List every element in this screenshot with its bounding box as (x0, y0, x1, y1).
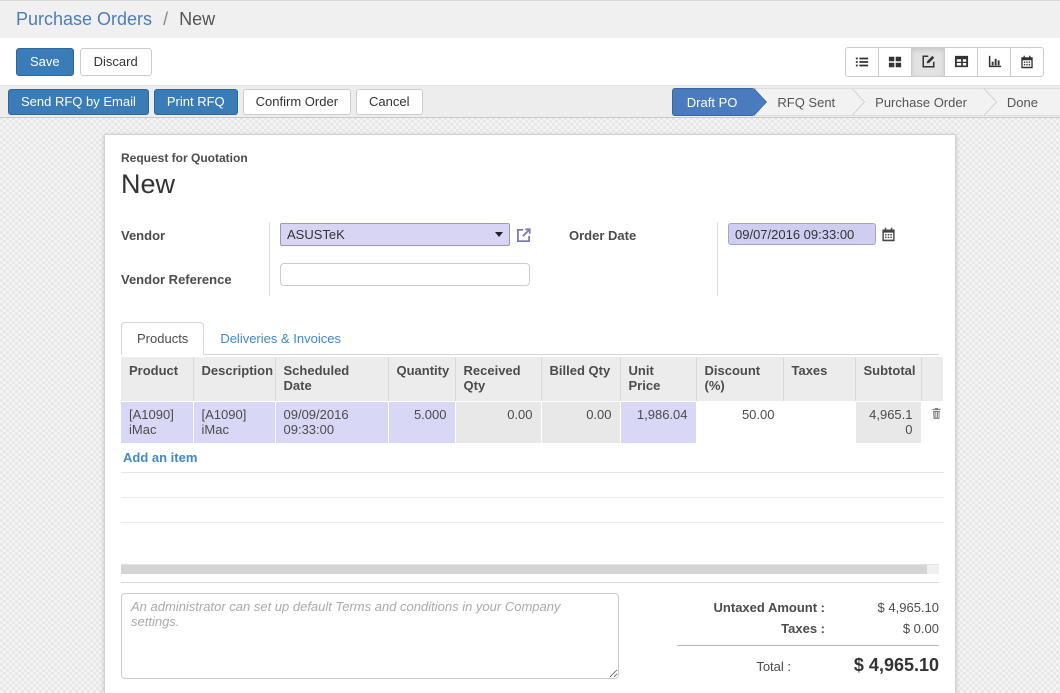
column-header-unit-price: Unit Price (620, 357, 696, 401)
external-link-icon[interactable] (516, 223, 532, 246)
column-header-description: Description (193, 357, 275, 401)
column-header-product: Product (121, 357, 193, 401)
delete-row-button[interactable] (921, 401, 943, 443)
taxes-row: Taxes : $ 0.00 (677, 618, 939, 639)
chevron-down-icon (495, 232, 503, 237)
terms-and-conditions-textarea[interactable] (121, 593, 619, 679)
breadcrumb-current: New (179, 9, 215, 29)
column-header-subtotal: Subtotal (855, 357, 921, 401)
horizontal-scrollbar-thumb[interactable] (121, 565, 927, 574)
order-lines-table: Product Description Scheduled Date Quant… (121, 357, 944, 548)
column-header-actions (921, 357, 943, 401)
view-switcher (845, 47, 1044, 77)
breadcrumb-purchase-orders[interactable]: Purchase Orders (16, 9, 152, 29)
column-header-scheduled-date: Scheduled Date (275, 357, 388, 401)
totals-divider (677, 645, 939, 646)
cell-unit-price[interactable]: 1,986.04 (620, 401, 696, 443)
vendor-select-value: ASUSTeK (287, 227, 345, 242)
cell-subtotal: 4,965.10 (855, 401, 921, 443)
top-bar: Purchase Orders / New (0, 0, 1060, 38)
breadcrumb: Purchase Orders / New (16, 9, 215, 30)
section-divider (121, 582, 939, 583)
table-header-row: Product Description Scheduled Date Quant… (121, 357, 943, 401)
cell-billed-qty: 0.00 (541, 401, 620, 443)
total-row: Total : $ 4,965.10 (677, 650, 939, 679)
cell-discount[interactable]: 50.00 (696, 401, 783, 443)
cell-description[interactable]: [A1090] iMac (193, 401, 275, 443)
add-an-item-link[interactable]: Add an item (123, 450, 197, 465)
right-field-group: Order Date (569, 222, 929, 296)
taxes-label: Taxes : (677, 621, 843, 636)
column-header-received-qty: Received Qty (455, 357, 541, 401)
content-area: Request for Quotation New Vendor Vendor … (0, 118, 1060, 693)
form-icon (921, 54, 936, 69)
status-step-purchase-order[interactable]: Purchase Order (851, 88, 983, 116)
column-header-billed-qty: Billed Qty (541, 357, 620, 401)
field-groups: Vendor Vendor Reference ASUSTeK (121, 222, 939, 296)
bottom-section: Untaxed Amount : $ 4,965.10 Taxes : $ 0.… (121, 593, 939, 679)
cell-scheduled-date[interactable]: 09/09/2016 09:33:00 (275, 401, 388, 443)
tab-products[interactable]: Products (121, 322, 204, 355)
form-sheet: Request for Quotation New Vendor Vendor … (104, 134, 956, 693)
graph-view-button[interactable] (977, 47, 1011, 77)
status-step-draft-po[interactable]: Draft PO (672, 88, 754, 116)
totals-panel: Untaxed Amount : $ 4,965.10 Taxes : $ 0.… (677, 593, 939, 679)
vendor-reference-input[interactable] (280, 263, 530, 286)
horizontal-scrollbar (121, 564, 939, 574)
pivot-icon (954, 54, 969, 69)
cell-taxes[interactable] (783, 401, 855, 443)
untaxed-amount-label: Untaxed Amount : (677, 600, 843, 615)
calendar-icon (1020, 55, 1034, 69)
save-button[interactable]: Save (16, 48, 74, 76)
empty-row (121, 523, 943, 548)
action-bar: Send RFQ by Email Print RFQ Confirm Orde… (0, 85, 1060, 118)
form-view-button[interactable] (911, 47, 945, 77)
status-bar: Draft PO RFQ Sent Purchase Order Done (672, 88, 1060, 116)
discard-button[interactable]: Discard (80, 48, 152, 76)
status-step-rfq-sent[interactable]: RFQ Sent (753, 88, 851, 116)
add-item-row: Add an item (121, 443, 943, 473)
empty-row (121, 473, 943, 498)
kanban-icon (888, 55, 902, 69)
vendor-select[interactable]: ASUSTeK (280, 223, 510, 246)
confirm-order-button[interactable]: Confirm Order (243, 89, 351, 115)
print-rfq-button[interactable]: Print RFQ (154, 89, 238, 115)
column-header-quantity: Quantity (388, 357, 455, 401)
cell-product[interactable]: [A1090] iMac (121, 401, 193, 443)
vendor-reference-label: Vendor Reference (121, 269, 269, 291)
page-title: New (121, 169, 939, 200)
list-icon (855, 55, 869, 69)
toolbar: Save Discard (0, 38, 1060, 85)
trash-icon (930, 407, 935, 420)
table-row: [A1090] iMac [A1090] iMac 09/09/2016 09:… (121, 401, 943, 443)
cell-quantity[interactable]: 5.000 (388, 401, 455, 443)
cancel-button[interactable]: Cancel (356, 89, 422, 115)
column-header-discount: Discount (%) (696, 357, 783, 401)
calendar-picker-icon[interactable] (881, 223, 896, 245)
graph-icon (987, 54, 1002, 69)
vendor-label: Vendor (121, 225, 269, 258)
left-field-group: Vendor Vendor Reference ASUSTeK (121, 222, 561, 296)
untaxed-amount-value: $ 4,965.10 (843, 600, 939, 615)
order-date-input[interactable] (728, 223, 876, 245)
notebook-tabs: Products Deliveries & Invoices (121, 322, 939, 355)
empty-row (121, 498, 943, 523)
list-view-button[interactable] (845, 47, 879, 77)
untaxed-amount-row: Untaxed Amount : $ 4,965.10 (677, 597, 939, 618)
total-label: Total : (677, 659, 809, 674)
total-value: $ 4,965.10 (809, 655, 939, 676)
order-date-label: Order Date (569, 225, 717, 258)
tab-deliveries-invoices[interactable]: Deliveries & Invoices (204, 322, 357, 355)
kanban-view-button[interactable] (878, 47, 912, 77)
send-rfq-by-email-button[interactable]: Send RFQ by Email (8, 89, 149, 115)
cell-received-qty: 0.00 (455, 401, 541, 443)
column-header-taxes: Taxes (783, 357, 855, 401)
form-subtitle: Request for Quotation (121, 151, 939, 165)
breadcrumb-separator: / (163, 9, 168, 29)
pivot-view-button[interactable] (944, 47, 978, 77)
taxes-value: $ 0.00 (843, 621, 939, 636)
calendar-view-button[interactable] (1010, 47, 1044, 77)
